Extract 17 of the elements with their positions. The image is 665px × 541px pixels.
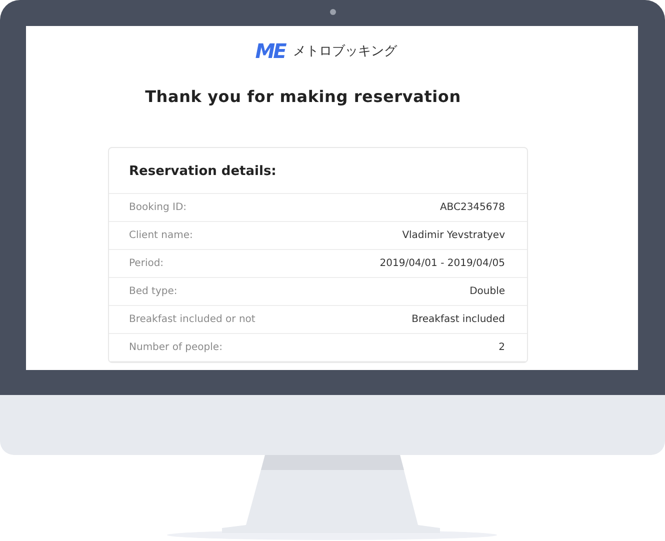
detail-label: Client name: — [129, 230, 193, 241]
detail-label: Bed type: — [129, 286, 178, 297]
logo-mark: ME — [255, 39, 285, 63]
detail-label: Number of people: — [129, 342, 222, 353]
detail-value: Vladimir Yevstratyev — [402, 230, 505, 241]
detail-label: Breakfast included or not — [129, 314, 256, 325]
detail-value: 2 — [498, 342, 505, 353]
detail-value: ABC2345678 — [440, 202, 505, 213]
page-title: Thank you for making reservation — [145, 87, 461, 106]
detail-value: 2019/04/01 - 2019/04/05 — [380, 258, 505, 269]
detail-label: Period: — [129, 258, 164, 269]
detail-label: Booking ID: — [129, 202, 187, 213]
detail-value: Double — [470, 286, 505, 297]
brand-name: メトロブッキング — [292, 43, 397, 60]
camera-icon — [330, 9, 336, 15]
detail-value: Breakfast included — [412, 314, 505, 325]
card-heading: Reservation details: — [109, 148, 527, 194]
